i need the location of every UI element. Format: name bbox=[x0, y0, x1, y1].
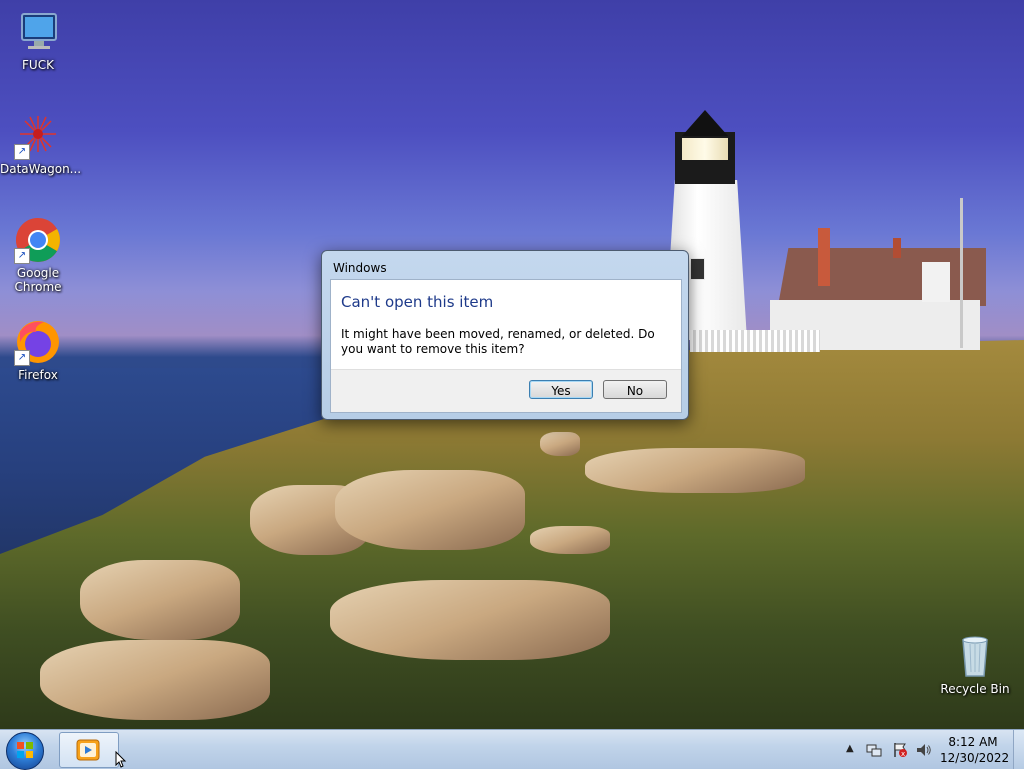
dialog-title: Windows bbox=[333, 261, 387, 275]
firefox-icon: ↗ bbox=[14, 318, 62, 366]
desktop-icon-recycle-bin[interactable]: Recycle Bin bbox=[937, 632, 1013, 696]
chimney bbox=[893, 238, 901, 258]
desktop-icon-label: Firefox bbox=[18, 368, 58, 382]
action-center-flag-icon[interactable]: x bbox=[892, 742, 908, 761]
svg-text:x: x bbox=[901, 750, 905, 758]
desktop[interactable]: FUCK ↗ DataWagon... ↗ Google Chrome ↗ Fi… bbox=[0, 0, 1024, 729]
desktop-icon-datawagon[interactable]: ↗ DataWagon... bbox=[0, 112, 82, 176]
volume-icon[interactable] bbox=[916, 742, 932, 761]
rock bbox=[530, 526, 610, 554]
desktop-icon-computer[interactable]: FUCK bbox=[0, 8, 76, 72]
taskbar-media-player[interactable] bbox=[59, 732, 119, 768]
fence bbox=[690, 330, 820, 352]
shortcut-arrow-icon: ↗ bbox=[14, 144, 30, 160]
flag-pole bbox=[960, 198, 963, 348]
rock bbox=[330, 580, 610, 660]
desktop-icon-label: DataWagon... bbox=[0, 162, 82, 176]
dialog-message: It might have been moved, renamed, or de… bbox=[341, 327, 655, 356]
chrome-icon: ↗ bbox=[14, 216, 62, 264]
yes-button[interactable]: Yes bbox=[529, 380, 593, 399]
lighthouse-cap bbox=[682, 110, 728, 136]
house-roof bbox=[778, 248, 986, 306]
desktop-icon-label: FUCK bbox=[22, 58, 54, 72]
house-dormer bbox=[922, 262, 950, 302]
message-dialog[interactable]: Windows Can't open this item It might ha… bbox=[321, 250, 689, 420]
show-desktop-button[interactable] bbox=[1013, 730, 1024, 769]
rock bbox=[40, 640, 270, 720]
network-icon[interactable] bbox=[866, 742, 882, 761]
media-player-icon bbox=[76, 739, 100, 761]
rock bbox=[585, 448, 805, 493]
rock bbox=[80, 560, 240, 640]
desktop-icon-label: Recycle Bin bbox=[940, 682, 1010, 696]
desktop-icon-firefox[interactable]: ↗ Firefox bbox=[0, 318, 76, 382]
computer-icon bbox=[14, 8, 62, 56]
rock bbox=[540, 432, 580, 456]
dialog-footer: Yes No bbox=[331, 369, 681, 412]
taskbar: ▲ x 8:12 AM 12/30/2022 bbox=[0, 729, 1024, 770]
desktop-icon-chrome[interactable]: ↗ Google Chrome bbox=[0, 216, 76, 294]
clock-date[interactable]: 12/30/2022 bbox=[940, 751, 1009, 765]
windows-start-icon bbox=[17, 742, 33, 758]
desktop-icon-label: Google Chrome bbox=[14, 266, 62, 294]
chimney bbox=[818, 228, 830, 286]
no-button[interactable]: No bbox=[603, 380, 667, 399]
datawagon-icon: ↗ bbox=[14, 112, 62, 160]
rock bbox=[335, 470, 525, 550]
show-hidden-icons-arrow[interactable]: ▲ bbox=[846, 743, 854, 754]
dialog-body: Can't open this item It might have been … bbox=[330, 279, 682, 413]
lighthouse-window bbox=[690, 258, 705, 280]
start-button[interactable] bbox=[6, 732, 44, 770]
shortcut-arrow-icon: ↗ bbox=[14, 248, 30, 264]
mouse-cursor-icon bbox=[115, 751, 127, 768]
clock-time[interactable]: 8:12 AM bbox=[940, 735, 1006, 749]
recycle-bin-icon bbox=[951, 632, 999, 680]
shortcut-arrow-icon: ↗ bbox=[14, 350, 30, 366]
dialog-heading: Can't open this item bbox=[341, 293, 494, 311]
lighthouse-glass bbox=[682, 138, 728, 160]
